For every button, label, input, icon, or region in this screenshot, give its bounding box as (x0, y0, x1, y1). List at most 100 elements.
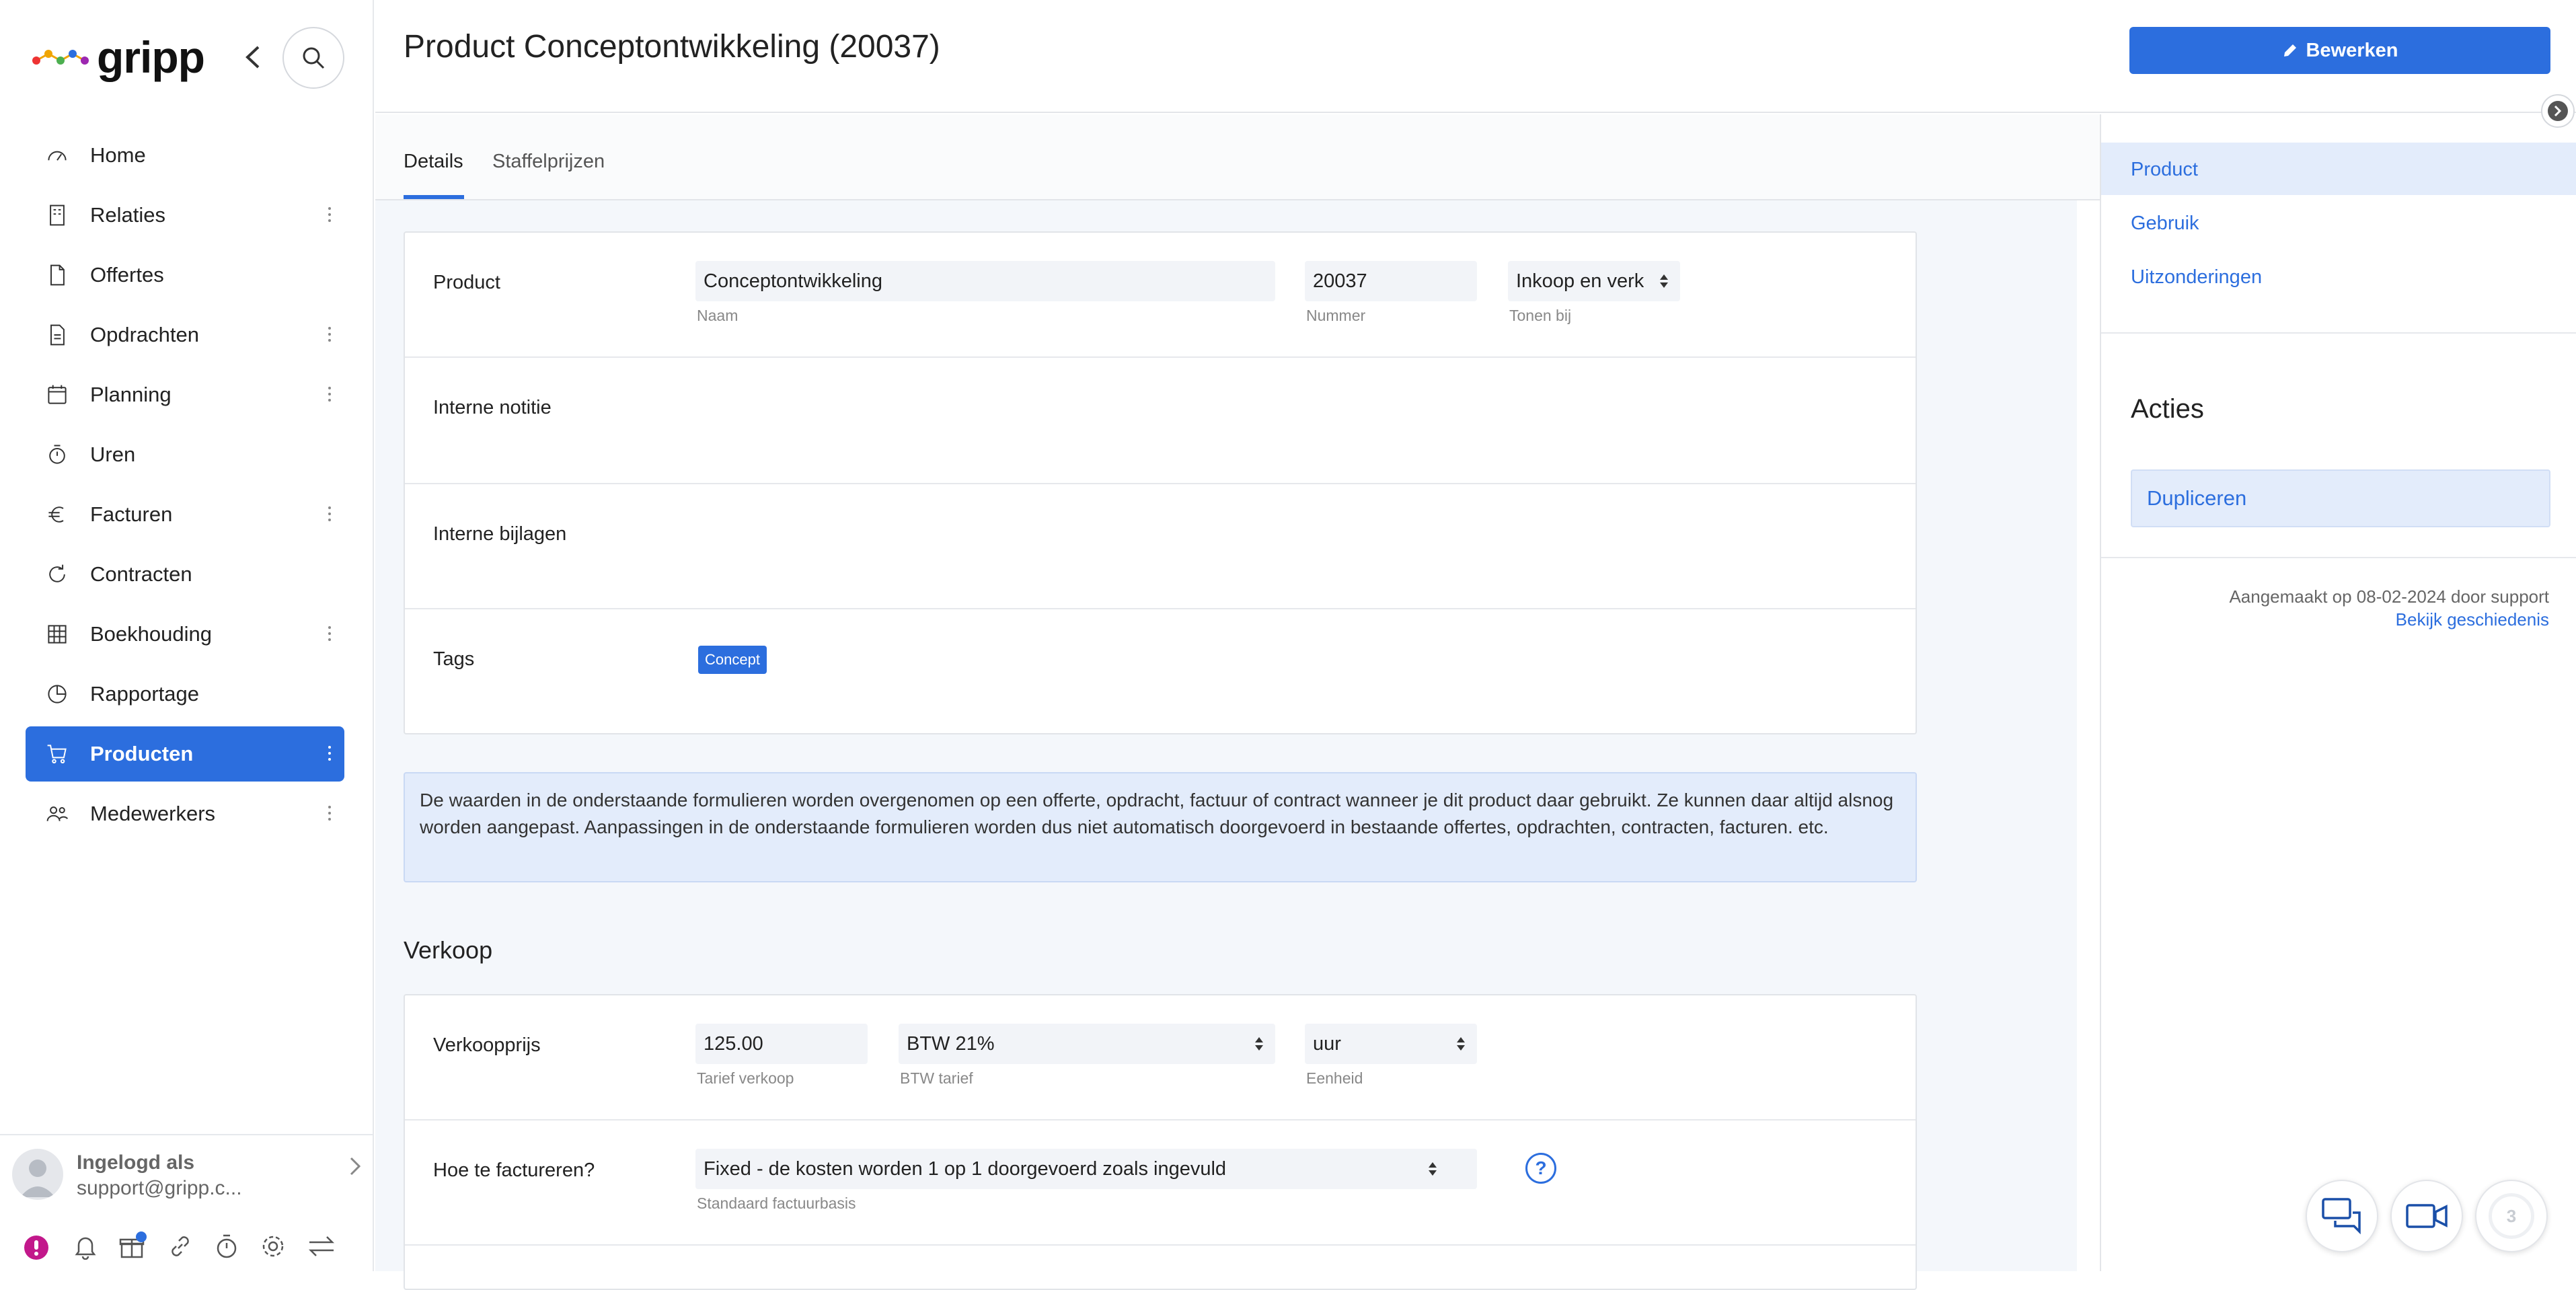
nav-item-opdrachten[interactable]: Opdrachten (26, 307, 344, 363)
alert-icon[interactable] (24, 1236, 48, 1260)
sales-price-label: Verkoopprijs (433, 1034, 541, 1056)
product-name-caption: Naam (697, 307, 738, 324)
divider (2101, 332, 2576, 334)
nav-item-label: Home (90, 143, 146, 167)
nav-item-label: Facturen (90, 502, 173, 526)
nav-item-uren[interactable]: Uren (26, 427, 344, 482)
gift-icon[interactable] (118, 1231, 147, 1263)
anchor-link-product[interactable]: Product (2131, 159, 2198, 181)
select-arrows-icon (1660, 273, 1668, 289)
users-icon (43, 800, 71, 828)
more-options-icon[interactable] (327, 503, 332, 526)
vat-value: BTW 21% (907, 1032, 995, 1055)
nav-item-relaties[interactable]: Relaties (26, 188, 344, 243)
page-title: Product Conceptontwikkeling (20037) (404, 29, 940, 65)
more-options-icon[interactable] (327, 623, 332, 646)
refresh-icon (43, 560, 71, 589)
more-options-icon[interactable] (327, 383, 332, 406)
product-number-input[interactable]: 20037 (1305, 261, 1477, 301)
building-icon (43, 201, 71, 229)
video-camera-icon (2406, 1204, 2448, 1228)
sales-card: Verkoopprijs 125.00 Tarief verkoop BTW 2… (404, 994, 1917, 1290)
nav-item-medewerkers[interactable]: Medewerkers (26, 786, 344, 841)
anchor-link-uitzonderingen[interactable]: Uitzonderingen (2131, 266, 2262, 289)
sales-price-caption: Tarief verkoop (697, 1069, 794, 1087)
euro-icon (43, 500, 71, 529)
invoice-method-select[interactable]: Fixed - de kosten worden 1 op 1 doorgevo… (695, 1149, 1477, 1189)
switch-arrows-icon[interactable] (307, 1233, 336, 1263)
more-options-icon[interactable] (327, 743, 332, 765)
notifications-button[interactable]: 3 (2475, 1180, 2548, 1252)
nav-item-label: Producten (90, 742, 194, 765)
nav-item-producten[interactable]: Producten (26, 726, 344, 782)
document-icon (43, 261, 71, 289)
grid-icon (43, 620, 71, 648)
nav-item-home[interactable]: Home (26, 128, 344, 183)
unit-value: uur (1313, 1032, 1341, 1055)
page-header: Product Conceptontwikkeling (20037) Bewe… (375, 0, 2576, 113)
nav-item-facturen[interactable]: Facturen (26, 487, 344, 542)
nav-item-label: Contracten (90, 562, 192, 586)
logo-text: gripp (97, 32, 205, 82)
sidebar: gripp Home Relaties Offertes Opdrachten Plan… (0, 0, 374, 1271)
created-info: Aangemaakt op 08-02-2024 door support (2229, 586, 2549, 607)
divider (2101, 557, 2576, 558)
settings-gear-icon[interactable] (260, 1233, 287, 1263)
select-arrows-icon (1429, 1161, 1437, 1177)
bell-icon[interactable] (73, 1233, 98, 1263)
show-at-caption: Tonen bij (1509, 307, 1572, 324)
panel-toggle-button[interactable] (2541, 94, 2575, 128)
dashboard-icon (43, 141, 71, 169)
product-name-input[interactable]: Conceptontwikkeling (695, 261, 1275, 301)
edit-button-label: Bewerken (2306, 39, 2398, 61)
tag-badge[interactable]: Concept (698, 646, 767, 674)
main-content: Details Staffelprijzen Product Concepton… (375, 114, 2100, 1290)
vat-select[interactable]: BTW 21% (899, 1024, 1275, 1064)
nav-item-label: Medewerkers (90, 802, 216, 825)
nav-item-boekhouding[interactable]: Boekhouding (26, 607, 344, 662)
sales-price-input[interactable]: 125.00 (695, 1024, 868, 1064)
pencil-icon (2284, 44, 2297, 56)
tab-staffelprijzen[interactable]: Staffelprijzen (492, 151, 605, 173)
nav-item-rapportage[interactable]: Rapportage (26, 667, 344, 722)
chevron-right-icon (347, 1154, 363, 1178)
nav-item-contracten[interactable]: Contracten (26, 547, 344, 602)
logo-mark-icon (32, 50, 89, 65)
anchor-link-gebruik[interactable]: Gebruik (2131, 213, 2199, 235)
stopwatch-icon[interactable] (214, 1233, 239, 1263)
info-message: De waarden in de onderstaande formuliere… (404, 772, 1917, 882)
chevron-right-circle-icon (2548, 101, 2568, 121)
user-menu[interactable]: Ingelogd als support@gripp.c... (0, 1135, 374, 1223)
search-button[interactable] (282, 27, 344, 89)
collapse-sidebar-icon[interactable] (239, 40, 266, 74)
gripp-logo[interactable]: gripp (32, 27, 205, 87)
more-options-icon[interactable] (327, 324, 332, 346)
help-icon[interactable]: ? (1525, 1153, 1556, 1184)
divider (405, 483, 1916, 484)
user-title: Ingelogd als (77, 1151, 195, 1174)
video-call-button[interactable] (2390, 1180, 2463, 1252)
show-at-select[interactable]: Inkoop en verk (1508, 261, 1680, 301)
unit-caption: Eenheid (1306, 1069, 1363, 1087)
more-options-icon[interactable] (327, 204, 332, 227)
calendar-icon (43, 381, 71, 409)
history-link[interactable]: Bekijk geschiedenis (2396, 609, 2549, 630)
tab-bar: Details Staffelprijzen (375, 114, 2100, 200)
edit-button[interactable]: Bewerken (2129, 27, 2550, 74)
duplicate-button[interactable]: Dupliceren (2131, 469, 2550, 527)
invoice-method-value: Fixed - de kosten worden 1 op 1 doorgevo… (704, 1158, 1227, 1180)
unit-select[interactable]: uur (1305, 1024, 1477, 1064)
more-options-icon[interactable] (327, 802, 332, 825)
nav-item-label: Rapportage (90, 682, 200, 706)
nav-item-planning[interactable]: Planning (26, 367, 344, 422)
pie-chart-icon (43, 680, 71, 708)
nav-item-label: Uren (90, 443, 136, 466)
link-icon[interactable] (167, 1233, 194, 1263)
product-number-caption: Nummer (1306, 307, 1366, 324)
divider (405, 1244, 1916, 1246)
count-badge: 3 (2489, 1193, 2534, 1239)
tab-details[interactable]: Details (404, 151, 463, 173)
nav-item-offertes[interactable]: Offertes (26, 248, 344, 303)
nav-item-label: Offertes (90, 263, 164, 287)
chat-button[interactable] (2306, 1180, 2378, 1252)
